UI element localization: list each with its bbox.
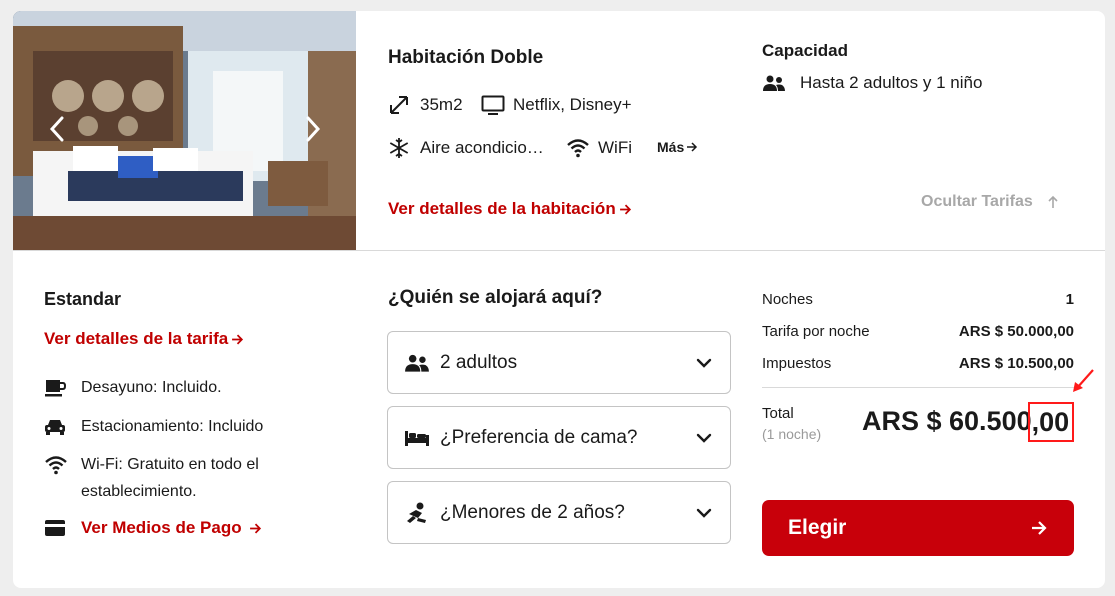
hide-rates-button[interactable]: Ocultar Tarifas (921, 193, 1059, 211)
room-photo-carousel[interactable] (13, 11, 356, 250)
arrow-right-icon (687, 142, 698, 152)
arrow-up-icon (1048, 195, 1058, 208)
chevron-left-icon (49, 116, 64, 142)
amenity-tv: Netflix, Disney+ (481, 93, 632, 117)
more-amenities-link[interactable]: Más (657, 139, 698, 155)
guests-title: ¿Quién se alojará aquí? (388, 287, 603, 308)
chevron-down-icon (696, 508, 712, 518)
resize-arrow-icon (388, 93, 414, 117)
total-amount: ARS $ 60.500 ,00 (862, 402, 1075, 442)
wifi-icon (44, 451, 68, 478)
arrow-right-icon (1032, 521, 1047, 535)
capacity-title: Capacidad (762, 41, 848, 60)
credit-card-icon (44, 519, 68, 537)
room-rate-card: Habitación Doble 35m2 Netflix, Disney+ A… (13, 11, 1105, 588)
inclusion-parking: Estacionamiento: Incluido (44, 413, 263, 440)
capacity-info: Hasta 2 adultos y 1 niño (762, 73, 982, 93)
chevron-right-icon (306, 116, 321, 142)
carousel-next-button[interactable] (301, 115, 325, 143)
baby-icon (404, 502, 432, 524)
payment-methods-row: Ver Medios de Pago (44, 518, 262, 538)
car-icon (44, 413, 68, 440)
rate-details-link[interactable]: Ver detalles de la tarifa (44, 329, 244, 349)
annotation-arrow-icon (1073, 369, 1094, 392)
payment-methods-link[interactable]: Ver Medios de Pago (81, 518, 262, 538)
arrow-right-icon (232, 334, 244, 344)
total-nights-note: (1 noche) (762, 426, 822, 442)
amenity-wifi: WiFi (566, 136, 632, 160)
room-title: Habitación Doble (388, 47, 544, 68)
wifi-icon (566, 136, 592, 160)
adults-select[interactable]: 2 adultos (387, 331, 731, 394)
total-amount-decimals-highlight: ,00 (1027, 402, 1075, 442)
section-divider (13, 250, 1105, 251)
amenity-size: 35m2 (388, 93, 463, 117)
nights-row: Noches 1 (762, 291, 1074, 308)
people-icon (404, 353, 432, 373)
carousel-prev-button[interactable] (45, 115, 69, 143)
choose-button[interactable]: Elegir (762, 500, 1074, 556)
inclusion-breakfast: Desayuno: Incluido. (44, 374, 222, 401)
room-details-link[interactable]: Ver detalles de la habitación (388, 199, 632, 219)
total-label: Total (762, 405, 794, 422)
amenity-ac: Aire acondicionado (388, 136, 545, 160)
rate-name: Estandar (44, 289, 122, 309)
bed-preference-select[interactable]: ¿Preferencia de cama? (387, 406, 731, 469)
tv-icon (481, 93, 507, 117)
coffee-cup-icon (44, 374, 68, 401)
rate-per-night-row: Tarifa por noche ARS $ 50.000,00 (762, 323, 1074, 340)
snowflake-icon (388, 136, 414, 160)
taxes-row: Impuestos ARS $ 10.500,00 (762, 355, 1074, 372)
summary-divider (762, 387, 1074, 388)
people-icon (762, 74, 786, 92)
infants-select[interactable]: ¿Menores de 2 años? (387, 481, 731, 544)
inclusion-wifi: Wi-Fi: Gratuito en todo el establecimien… (44, 451, 334, 505)
chevron-down-icon (696, 358, 712, 368)
arrow-right-icon (619, 204, 631, 214)
arrow-right-icon (249, 523, 261, 533)
total-amount-main: ARS $ 60.500 (862, 406, 1032, 436)
chevron-down-icon (696, 433, 712, 443)
bed-icon (404, 429, 432, 447)
